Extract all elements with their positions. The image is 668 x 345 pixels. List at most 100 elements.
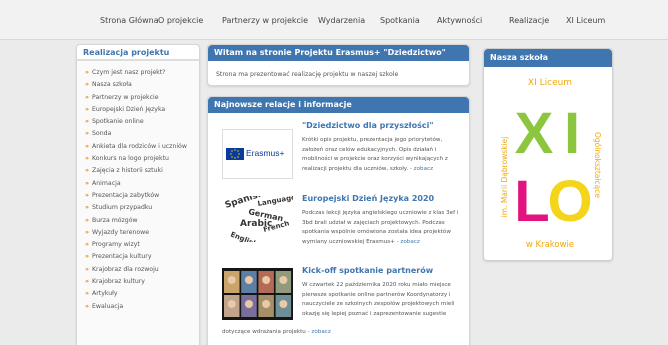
video-call-grid-image	[224, 271, 292, 317]
school-logo[interactable]: XI Liceum w Krakowie im. Marii Dąbrowski…	[498, 73, 602, 253]
double-arrow-icon: »	[85, 253, 89, 261]
logo-letter-o: O	[547, 169, 592, 234]
nav-partners[interactable]: Partnerzy w projekcie	[222, 16, 308, 25]
double-arrow-icon: »	[85, 118, 89, 126]
school-panel: Nasza szkoła XI Liceum w Krakowie im. Ma…	[483, 48, 613, 261]
sidebar-menu-item[interactable]: » Artykuły	[77, 288, 199, 300]
double-arrow-icon: »	[85, 228, 89, 236]
sidebar-menu-label: Krajobraz dla rozwoju	[92, 265, 159, 273]
logo-right-text: Ogólnokształcące	[593, 132, 602, 198]
sidebar-menu-label: Ewaluacja	[92, 302, 124, 310]
double-arrow-icon: »	[85, 105, 89, 113]
news-item-tail-text: dotyczące wdrażania projektu	[222, 329, 306, 335]
sidebar-menu-item[interactable]: » Prezentacja zabytków	[77, 190, 199, 202]
sidebar-menu-label: Czym jest nasz projekt?	[92, 69, 166, 76]
news-item-title[interactable]: Europejski Dzień Języka 2020	[302, 194, 434, 203]
sidebar-menu-label: Partnerzy w projekcie	[92, 93, 159, 101]
sidebar-menu-item[interactable]: » Czym jest nasz projekt?	[77, 67, 199, 79]
double-arrow-icon: »	[85, 302, 89, 310]
news-item-title[interactable]: "Dziedzictwo dla przyszłości"	[302, 121, 434, 130]
sidebar-menu-item[interactable]: » Spotkanie online	[77, 116, 199, 128]
news-item: Spanish German Arabic Language English French…	[216, 189, 464, 254]
news-item-title[interactable]: Kick-off spotkanie partnerów	[302, 266, 433, 275]
nav-school[interactable]: XI Liceum	[566, 16, 605, 25]
double-arrow-icon: »	[85, 167, 89, 175]
news-panel: Najnowsze relacje i informacje Erasmus+ …	[207, 96, 470, 345]
sidebar-menu-item[interactable]: » Ewaluacja	[77, 301, 199, 313]
sidebar-menu-item[interactable]: » Ankieta dla rodziców i uczniów	[77, 141, 199, 153]
news-item-body: W czwartek 22 października 2020 roku mia…	[302, 281, 464, 319]
sidebar-menu-item[interactable]: » Programy wizyt	[77, 239, 199, 251]
participant-face	[262, 276, 271, 284]
sidebar-menu-item[interactable]: » Burza mózgów	[77, 215, 199, 227]
sidebar-menu-label: Ankieta dla rodziców i uczniów	[92, 142, 187, 150]
sidebar-menu-item[interactable]: » Europejski Dzień Języka	[77, 104, 199, 116]
sidebar-menu-item[interactable]: » Zajęcia z historii sztuki	[77, 165, 199, 177]
sidebar-menu-item[interactable]: » Prezentacja kultury	[77, 251, 199, 263]
sidebar-menu-item[interactable]: » Krajobraz kultury	[77, 276, 199, 288]
double-arrow-icon: »	[85, 130, 89, 138]
news-item: Erasmus+ "Dziedzictwo dla przyszłości" K…	[216, 121, 464, 181]
sidebar-menu-label: Prezentacja kultury	[92, 253, 152, 261]
school-title: Nasza szkoła	[484, 49, 612, 67]
double-arrow-icon: »	[85, 216, 89, 224]
sidebar-menu-label: Nasza szkoła	[92, 81, 132, 89]
sidebar-menu-label: Sonda	[92, 130, 112, 138]
logo-letter-i: I	[564, 101, 580, 166]
read-more-link[interactable]: - zobacz	[397, 239, 420, 245]
read-more-link[interactable]: - zobacz	[410, 166, 433, 172]
news-item-body: Krótki opis projektu, prezentacja jego p…	[302, 136, 464, 174]
sidebar-menu-label: Konkurs na logo projektu	[92, 155, 169, 163]
double-arrow-icon: »	[85, 191, 89, 199]
sidebar-menu-label: Europejski Dzień Języka	[92, 105, 166, 113]
sidebar-menu-item[interactable]: » Studium przypadku	[77, 202, 199, 214]
double-arrow-icon: »	[85, 155, 89, 163]
news-title: Najnowsze relacje i informacje	[208, 97, 469, 113]
project-menu: » Czym jest nasz projekt?» Nasza szkoła» Pa…	[77, 61, 199, 313]
sidebar-menu-label: Wyjazdy terenowe	[92, 228, 150, 236]
double-arrow-icon: »	[85, 265, 89, 273]
sidebar-menu-item[interactable]: » Sonda	[77, 128, 199, 140]
nav-events[interactable]: Wydarzenia	[318, 16, 365, 25]
logo-letter-l: L	[514, 169, 549, 234]
double-arrow-icon: »	[85, 142, 89, 150]
read-more-link[interactable]: - zobacz	[308, 329, 331, 335]
nav-about[interactable]: O projekcie	[158, 16, 203, 25]
logo-top-text: XI Liceum	[528, 78, 572, 88]
double-arrow-icon: »	[85, 278, 89, 286]
sidebar-menu-label: Zajęcia z historii sztuki	[92, 167, 163, 175]
welcome-text: Strona ma prezentować realizację projekt…	[216, 71, 399, 78]
participant-face	[262, 300, 271, 308]
sidebar-menu-item[interactable]: » Partnerzy w projekcie	[77, 92, 199, 104]
video-call-thumbnail[interactable]	[222, 268, 293, 320]
sidebar-menu-item[interactable]: » Wyjazdy terenowe	[77, 227, 199, 239]
news-item: Kick-off spotkanie partnerów W czwartek …	[216, 266, 464, 345]
top-navigation-bar: Strona Główna O projekcie Partnerzy w pr…	[0, 0, 668, 40]
nav-home[interactable]: Strona Główna	[100, 16, 159, 25]
participant-face	[244, 276, 253, 284]
nav-meetings[interactable]: Spotkania	[380, 16, 420, 25]
sidebar-menu-item[interactable]: » Konkurs na logo projektu	[77, 153, 199, 165]
logo-letter-x: X	[515, 101, 554, 166]
double-arrow-icon: »	[85, 290, 89, 298]
sidebar-menu-label: Programy wizyt	[92, 241, 140, 249]
project-sidebar: Realizacja projektu » Czym jest nasz proj…	[76, 44, 200, 345]
welcome-title: Witam na stronie Projektu Erasmus+ "Dzie…	[208, 45, 469, 61]
news-item-body: Podczas lekcji języka angielskiego uczni…	[302, 209, 464, 247]
participant-face	[244, 300, 253, 308]
language-words-thumbnail[interactable]: Spanish German Arabic Language English French	[222, 189, 297, 249]
language-word: English	[229, 230, 259, 242]
erasmus-logo-thumbnail[interactable]: Erasmus+	[222, 129, 293, 179]
nav-results[interactable]: Realizacje	[509, 16, 549, 25]
sidebar-menu-item[interactable]: » Krajobraz dla rozwoju	[77, 264, 199, 276]
erasmus-thumb-label: Erasmus+	[246, 148, 285, 158]
double-arrow-icon: »	[85, 241, 89, 249]
sidebar-menu-item[interactable]: » Animacja	[77, 178, 199, 190]
news-item-text-tail: dotyczące wdrażania projektu - zobacz	[222, 329, 331, 335]
sidebar-menu-item[interactable]: » Nasza szkoła	[77, 79, 199, 91]
nav-activities[interactable]: Aktywności	[437, 16, 482, 25]
sidebar-title: Realizacja projektu	[77, 45, 199, 61]
logo-bottom-text: w Krakowie	[526, 240, 574, 250]
participant-face	[279, 276, 288, 284]
sidebar-menu-label: Artykuły	[92, 290, 118, 298]
